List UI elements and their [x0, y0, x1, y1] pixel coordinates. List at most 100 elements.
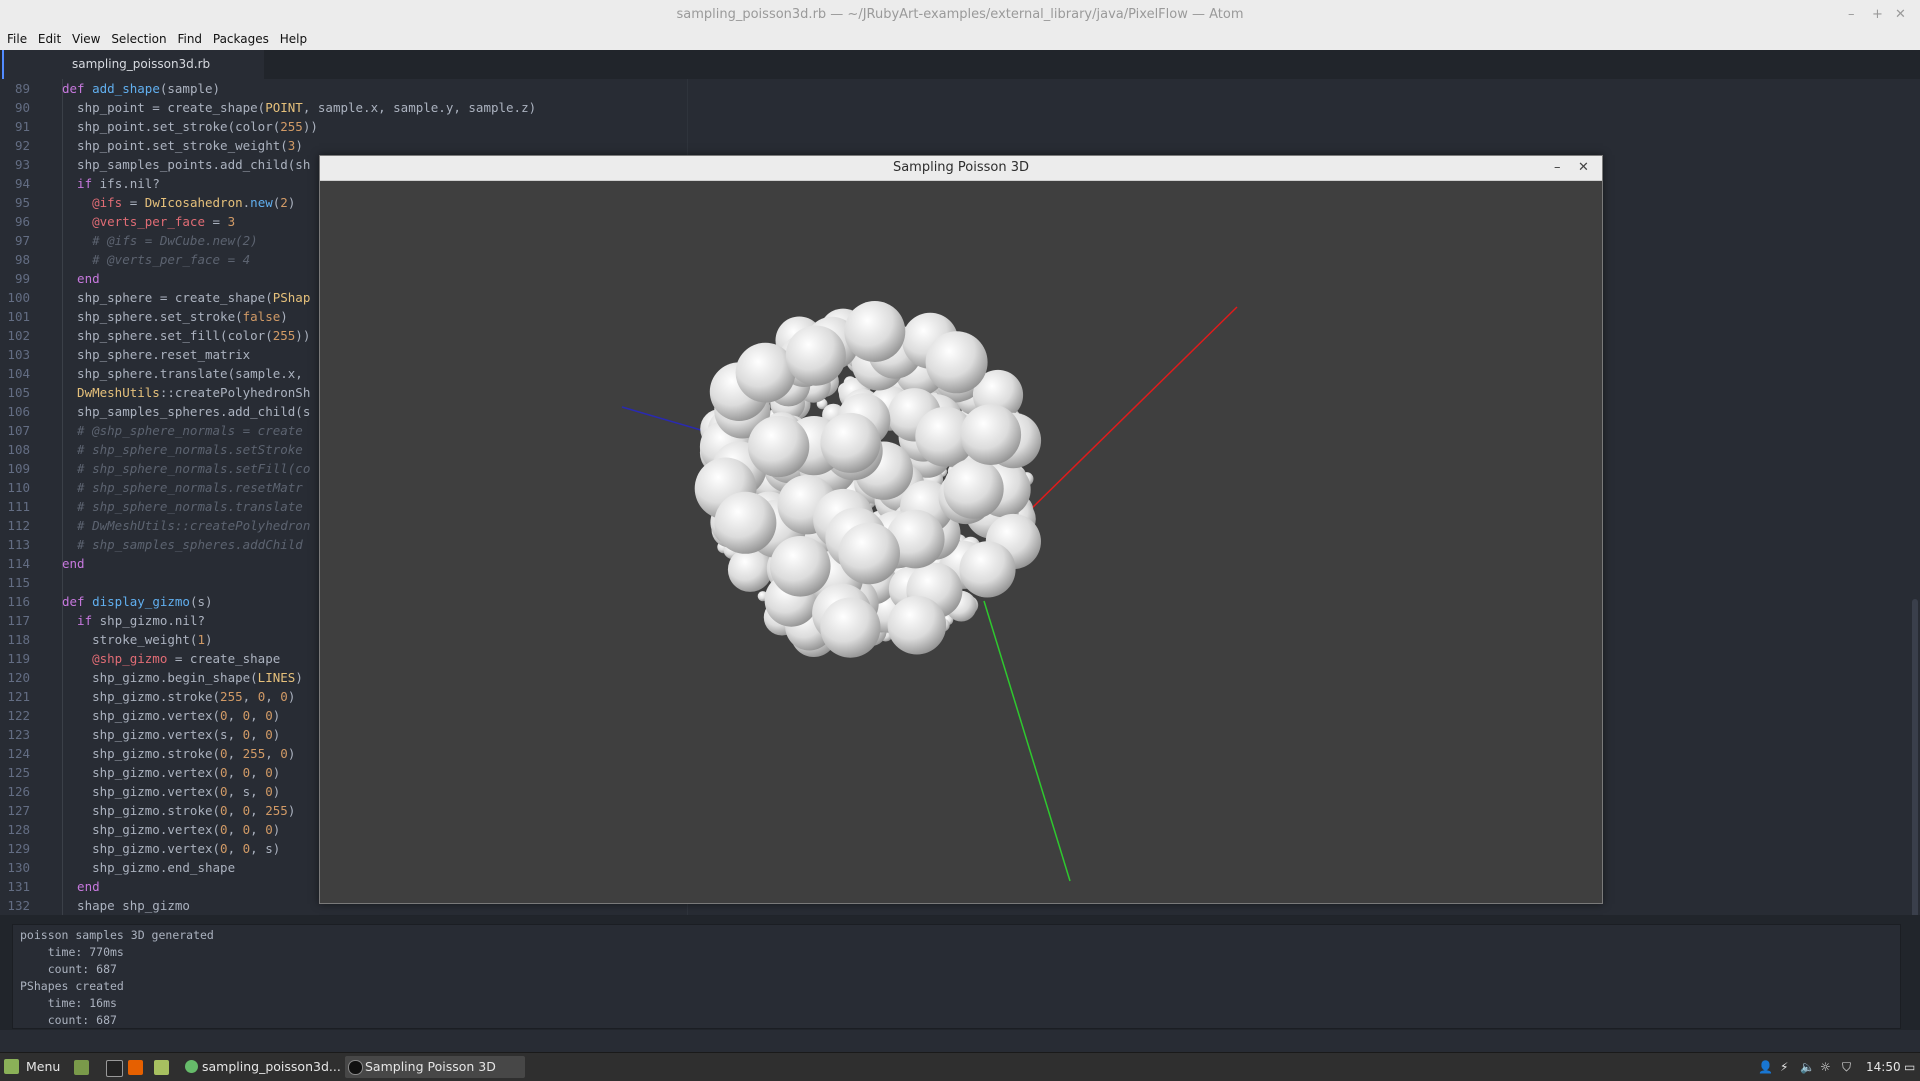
tab-label: sampling_poisson3d.rb [72, 57, 211, 71]
files-icon[interactable] [154, 1060, 169, 1075]
code-token: shp_gizmo.stroke( [62, 803, 221, 818]
code-line[interactable]: end [62, 269, 100, 288]
code-line[interactable]: if ifs.nil? [62, 174, 160, 193]
code-token: shp_sphere.translate(sample.x, [62, 366, 303, 381]
code-line[interactable]: shp_sphere.set_stroke(false) [62, 307, 288, 326]
code-line[interactable]: # shp_sphere_normals.setStroke [62, 440, 303, 459]
code-line[interactable]: shp_gizmo.end_shape [62, 858, 235, 877]
menu-edit[interactable]: Edit [31, 29, 61, 50]
brightness-icon[interactable]: ☼ [1820, 1053, 1831, 1081]
code-token: = [205, 214, 228, 229]
menu-help[interactable]: Help [273, 29, 307, 50]
sphere [960, 404, 1022, 465]
code-token: , [227, 803, 243, 818]
code-line[interactable]: # shp_sphere_normals.setFill(co [62, 459, 310, 478]
code-line[interactable]: # shp_sphere_normals.translate [62, 497, 303, 516]
terminal-icon[interactable] [106, 1060, 123, 1077]
code-token: end [62, 271, 100, 286]
code-token: 0 [220, 708, 228, 723]
code-line[interactable]: shp_gizmo.vertex(0, 0, s) [62, 839, 280, 858]
start-menu-button[interactable]: Menu [4, 1056, 60, 1078]
user-icon[interactable]: 👤 [1758, 1053, 1773, 1081]
sketch-window-titlebar[interactable]: Sampling Poisson 3D – ✕ [320, 156, 1602, 181]
code-line[interactable]: shape shp_gizmo [62, 896, 190, 915]
menu-find[interactable]: Find [170, 29, 202, 50]
code-line[interactable]: DwMeshUtils::createPolyhedronSh [62, 383, 310, 402]
sketch-window[interactable]: Sampling Poisson 3D – ✕ [319, 155, 1603, 904]
code-line[interactable]: end [62, 554, 85, 573]
menu-file[interactable]: File [0, 29, 27, 50]
code-token: shp_gizmo.nil? [99, 613, 205, 628]
tab-sampling-poisson3d[interactable]: sampling_poisson3d.rb [2, 50, 264, 79]
line-number: 96 [14, 214, 30, 229]
code-line[interactable]: shp_gizmo.stroke(0, 255, 0) [62, 744, 295, 763]
clock[interactable]: 14:50 [1866, 1053, 1901, 1081]
line-number: 99 [14, 271, 30, 286]
code-line[interactable]: shp_sphere = create_shape(PShap [62, 288, 310, 307]
menu-view[interactable]: View [65, 29, 100, 50]
code-line[interactable]: shp_gizmo.vertex(0, s, 0) [62, 782, 280, 801]
firefox-icon[interactable] [128, 1060, 143, 1075]
code-line[interactable]: stroke_weight(1) [62, 630, 212, 649]
menu-packages[interactable]: Packages [206, 29, 269, 50]
code-line[interactable]: @shp_gizmo = create_shape [62, 649, 280, 668]
sphere [714, 491, 777, 554]
code-line[interactable]: end [62, 877, 100, 896]
code-line[interactable]: def add_shape(sample) [62, 79, 220, 98]
sketch-close-icon[interactable]: ✕ [1578, 156, 1589, 180]
code-line[interactable]: shp_sphere.translate(sample.x, [62, 364, 303, 383]
tab-bar: sampling_poisson3d.rb [0, 50, 1920, 80]
show-desktop-icon[interactable] [74, 1060, 89, 1075]
code-line[interactable]: shp_samples_points.add_child(sh [62, 155, 310, 174]
code-token: , s, [227, 784, 266, 799]
code-line[interactable]: shp_gizmo.vertex(0, 0, 0) [62, 706, 280, 725]
code-token: # @verts_per_face = 4 [62, 252, 251, 267]
code-line[interactable]: @verts_per_face = 3 [62, 212, 235, 231]
code-token: 0 [265, 822, 273, 837]
volume-icon[interactable]: 🔈 [1800, 1053, 1815, 1081]
code-line[interactable]: shp_gizmo.vertex(0, 0, 0) [62, 820, 280, 839]
code-line[interactable]: # DwMeshUtils::createPolyhedron [62, 516, 310, 535]
sketch-canvas[interactable] [320, 181, 1602, 903]
code-line[interactable]: # @verts_per_face = 4 [62, 250, 250, 269]
code-token: shp_gizmo.vertex( [62, 765, 221, 780]
code-line[interactable]: @ifs = DwIcosahedron.new(2) [62, 193, 295, 212]
code-line[interactable]: shp_gizmo.vertex(0, 0, 0) [62, 763, 280, 782]
menu-selection[interactable]: Selection [104, 29, 166, 50]
code-line[interactable]: # shp_sphere_normals.resetMatr [62, 478, 303, 497]
code-line[interactable]: # @shp_sphere_normals = create [62, 421, 303, 440]
code-token: # shp_sphere_normals.setStroke [62, 442, 303, 457]
code-line[interactable]: # shp_samples_spheres.addChild [62, 535, 303, 554]
window-titlebar: sampling_poisson3d.rb — ~/JRubyArt-examp… [0, 0, 1920, 29]
code-line[interactable]: shp_gizmo.stroke(0, 0, 255) [62, 801, 295, 820]
code-line[interactable]: def display_gizmo(s) [62, 592, 213, 611]
code-line[interactable]: shp_gizmo.stroke(255, 0, 0) [62, 687, 295, 706]
code-line[interactable]: shp_sphere.set_fill(color(255)) [62, 326, 310, 345]
code-line[interactable]: shp_point = create_shape(POINT, sample.x… [62, 98, 536, 117]
code-line[interactable]: shp_samples_spheres.add_child(s [62, 402, 310, 421]
x-axis-line [1028, 306, 1238, 512]
code-line[interactable]: # @ifs = DwCube.new(2) [62, 231, 258, 250]
sketch-minimize-icon[interactable]: – [1554, 156, 1561, 180]
close-icon[interactable]: ✕ [1895, 0, 1906, 29]
taskbar-item-atom[interactable]: sampling_poisson3d... [182, 1056, 350, 1078]
maximize-icon[interactable]: + [1872, 0, 1883, 29]
code-line[interactable]: shp_gizmo.vertex(s, 0, 0) [62, 725, 280, 744]
code-token: , [250, 803, 266, 818]
code-line[interactable]: shp_point.set_stroke(color(255)) [62, 117, 318, 136]
code-token: 0 [220, 803, 228, 818]
code-line[interactable]: shp_gizmo.begin_shape(LINES) [62, 668, 303, 687]
code-line[interactable]: shp_sphere.reset_matrix [62, 345, 250, 364]
editor-scrollbar[interactable] [1912, 599, 1918, 915]
taskbar-item-sketch[interactable]: Sampling Poisson 3D [345, 1056, 525, 1078]
code-token: 255 [242, 746, 266, 761]
code-token: , [242, 689, 258, 704]
code-token: )) [302, 119, 318, 134]
code-token: 0 [220, 784, 228, 799]
shield-icon[interactable]: ⛉ [1842, 1053, 1851, 1081]
network-icon[interactable]: ⚡ [1780, 1053, 1788, 1081]
code-line[interactable]: if shp_gizmo.nil? [62, 611, 205, 630]
minimize-icon[interactable]: – [1848, 0, 1855, 29]
desktop-icon[interactable]: ▭ [1904, 1053, 1915, 1081]
code-line[interactable]: shp_point.set_stroke_weight(3) [62, 136, 303, 155]
